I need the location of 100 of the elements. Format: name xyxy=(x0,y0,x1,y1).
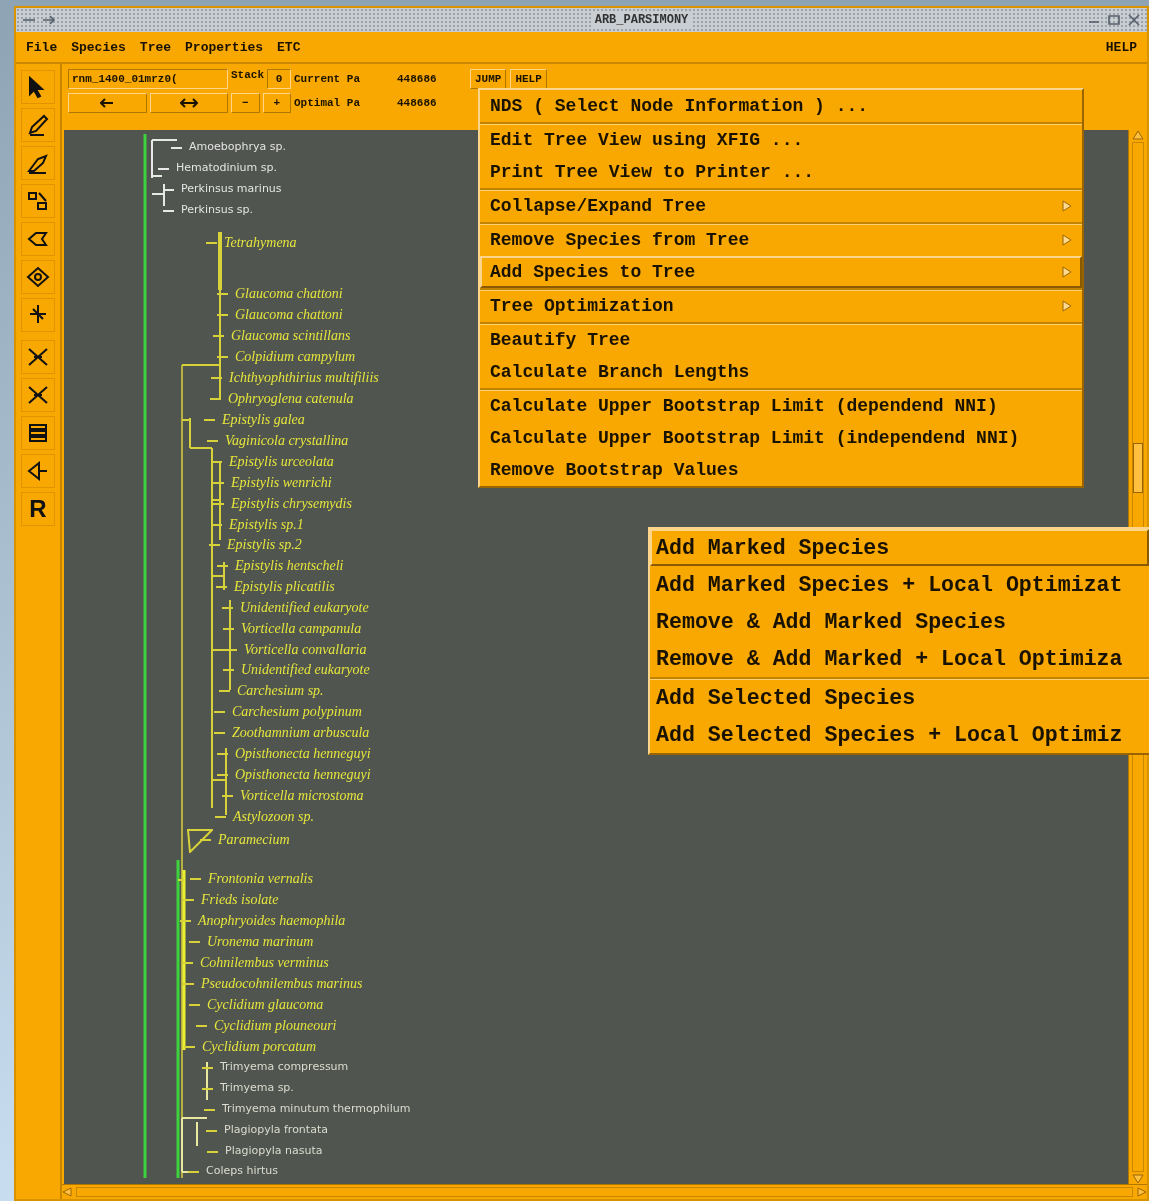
menu-item[interactable]: Tree Optimization xyxy=(480,290,1082,322)
menu-item[interactable]: Add Marked Species + Local Optimizat xyxy=(650,566,1149,603)
menu-title[interactable]: Tree xyxy=(139,39,172,55)
jump-button[interactable]: JUMP xyxy=(470,69,507,89)
menu-item[interactable]: Add Species to Tree xyxy=(480,256,1082,288)
menu-item[interactable]: Edit Tree View using XFIG ... xyxy=(480,124,1082,156)
menu-title[interactable]: Species xyxy=(71,39,126,55)
redo-button[interactable] xyxy=(149,93,228,113)
menu-item[interactable]: Remove & Add Marked Species xyxy=(650,603,1149,640)
menu-item[interactable]: Remove Bootstrap Values xyxy=(480,454,1082,486)
species-label[interactable]: Epistylis galea xyxy=(222,412,305,428)
species-label[interactable]: Trimyema compressum xyxy=(220,1060,349,1073)
tool-button[interactable] xyxy=(21,454,55,488)
species-label[interactable]: Opisthonecta henneguyi xyxy=(235,767,371,783)
species-label[interactable]: Anophryoides haemophila xyxy=(198,913,346,929)
species-label[interactable]: Epistylis hentscheli xyxy=(235,558,344,574)
species-label[interactable]: Carchesium sp. xyxy=(237,683,324,699)
menu-item[interactable]: Collapse/Expand Tree xyxy=(480,190,1082,222)
species-label[interactable]: Glaucoma chattoni xyxy=(235,286,343,302)
species-label[interactable]: Opisthonecta henneguyi xyxy=(235,746,371,762)
species-label[interactable]: Epistylis sp.2 xyxy=(227,537,302,553)
species-label[interactable]: Frieds isolate xyxy=(201,892,279,908)
menu-item[interactable]: Print Tree View to Printer ... xyxy=(480,156,1082,188)
minus-button[interactable]: − xyxy=(231,93,260,113)
tool-button[interactable] xyxy=(21,378,55,412)
menu-item[interactable]: Add Marked Species xyxy=(650,529,1149,566)
tool-button[interactable] xyxy=(21,108,55,142)
menu-item[interactable]: Add Selected Species + Local Optimiz xyxy=(650,716,1149,753)
close-icon[interactable] xyxy=(1127,14,1141,26)
undo-button[interactable] xyxy=(68,93,147,113)
species-label[interactable]: Amoebophrya sp. xyxy=(189,140,286,153)
menu-item[interactable]: Beautify Tree xyxy=(480,324,1082,356)
species-label[interactable]: Plagiopyla nasuta xyxy=(225,1144,323,1157)
tool-button[interactable] xyxy=(21,184,55,218)
species-label[interactable]: Cyclidium porcatum xyxy=(202,1039,317,1055)
species-label[interactable]: Astylozoon sp. xyxy=(233,809,314,825)
tool-button[interactable] xyxy=(21,298,55,332)
species-label[interactable]: Perkinsus sp. xyxy=(181,203,254,216)
plus-button[interactable]: + xyxy=(262,93,291,113)
species-label[interactable]: Epistylis chrysemydis xyxy=(231,496,352,512)
species-label[interactable]: Epistylis plicatilis xyxy=(234,579,335,595)
species-label[interactable]: Vorticella convallaria xyxy=(244,642,367,658)
tool-button[interactable] xyxy=(21,146,55,180)
species-label[interactable]: Zoothamnium arbuscula xyxy=(232,725,370,741)
tool-button[interactable]: R xyxy=(21,492,55,526)
species-label[interactable]: Trimyema sp. xyxy=(220,1081,294,1094)
species-label[interactable]: Epistylis urceolata xyxy=(229,454,334,470)
tool-button[interactable] xyxy=(21,222,55,256)
tool-button[interactable] xyxy=(21,260,55,294)
species-label[interactable]: Unidentified eukaryote xyxy=(241,662,370,678)
scroll-track[interactable] xyxy=(76,1187,1133,1197)
species-label[interactable]: Epistylis sp.1 xyxy=(229,517,304,533)
species-label[interactable]: Epistylis wenrichi xyxy=(231,475,332,491)
species-label[interactable]: Paramecium xyxy=(218,832,290,848)
species-label[interactable]: Plagiopyla frontata xyxy=(224,1123,328,1136)
menu-item[interactable]: NDS ( Select Node Information ) ... xyxy=(480,90,1082,122)
species-label[interactable]: Frontonia vernalis xyxy=(208,871,313,887)
help-button[interactable]: HELP xyxy=(510,69,547,89)
tool-button[interactable] xyxy=(21,416,55,450)
menu-item[interactable]: Remove Species from Tree xyxy=(480,224,1082,256)
species-label[interactable]: Carchesium polypinum xyxy=(232,704,362,720)
species-label[interactable]: Vorticella campanula xyxy=(241,621,362,637)
tree-name-field[interactable]: rnm_1400_01mrz0( xyxy=(68,69,228,89)
species-label[interactable]: Hematodinium sp. xyxy=(176,161,277,174)
arrow-icon[interactable] xyxy=(42,14,56,26)
scroll-right-icon[interactable] xyxy=(1137,1187,1147,1197)
help-menu[interactable]: HELP xyxy=(1105,39,1137,55)
species-label[interactable]: Cohnilembus verminus xyxy=(200,955,329,971)
species-label[interactable]: Ichthyophthirius multifiliis xyxy=(229,370,379,386)
menu-item[interactable]: Remove & Add Marked + Local Optimiza xyxy=(650,640,1149,677)
menu-title[interactable]: File xyxy=(26,39,58,55)
species-label[interactable]: Ophryoglena catenula xyxy=(228,391,354,407)
menu-item[interactable]: Add Selected Species xyxy=(650,679,1149,716)
menu-item[interactable]: Calculate Branch Lengths xyxy=(480,356,1082,388)
scroll-left-icon[interactable] xyxy=(62,1187,72,1197)
species-label[interactable]: Perkinsus marinus xyxy=(181,182,282,195)
tool-button[interactable] xyxy=(21,70,55,104)
menu-title[interactable]: ETC xyxy=(277,39,301,55)
species-label[interactable]: Coleps hirtus xyxy=(206,1164,278,1177)
species-label[interactable]: Colpidium campylum xyxy=(235,349,356,365)
species-label[interactable]: Glaucoma scintillans xyxy=(231,328,351,344)
stack-field[interactable]: 0 xyxy=(267,69,291,89)
menu-item[interactable]: Calculate Upper Bootstrap Limit (independend NNI) xyxy=(480,422,1082,454)
species-label[interactable]: Unidentified eukaryote xyxy=(240,600,369,616)
collapsed-group-icon[interactable] xyxy=(187,829,213,853)
tool-button[interactable] xyxy=(21,340,55,374)
species-label[interactable]: Trimyema minutum thermophilum xyxy=(222,1102,411,1115)
species-label[interactable]: Vorticella microstoma xyxy=(240,788,364,804)
species-label[interactable]: Cyclidium glaucoma xyxy=(207,997,324,1013)
maximize-icon[interactable] xyxy=(1107,14,1121,26)
species-label[interactable]: Glaucoma chattoni xyxy=(235,307,343,323)
species-label[interactable]: Uronema marinum xyxy=(207,934,314,950)
scroll-thumb[interactable] xyxy=(1133,443,1143,493)
species-label[interactable]: Cyclidium plouneouri xyxy=(214,1018,337,1034)
species-label[interactable]: Pseudocohnilembus marinus xyxy=(201,976,363,992)
horizontal-scrollbar[interactable] xyxy=(62,1184,1147,1199)
menu-title[interactable]: Properties xyxy=(185,39,264,55)
species-label[interactable]: Tetrahymena xyxy=(224,235,297,251)
species-label[interactable]: Vaginicola crystallina xyxy=(225,433,349,449)
menu-item[interactable]: Calculate Upper Bootstrap Limit (dependend NNI) xyxy=(480,390,1082,422)
